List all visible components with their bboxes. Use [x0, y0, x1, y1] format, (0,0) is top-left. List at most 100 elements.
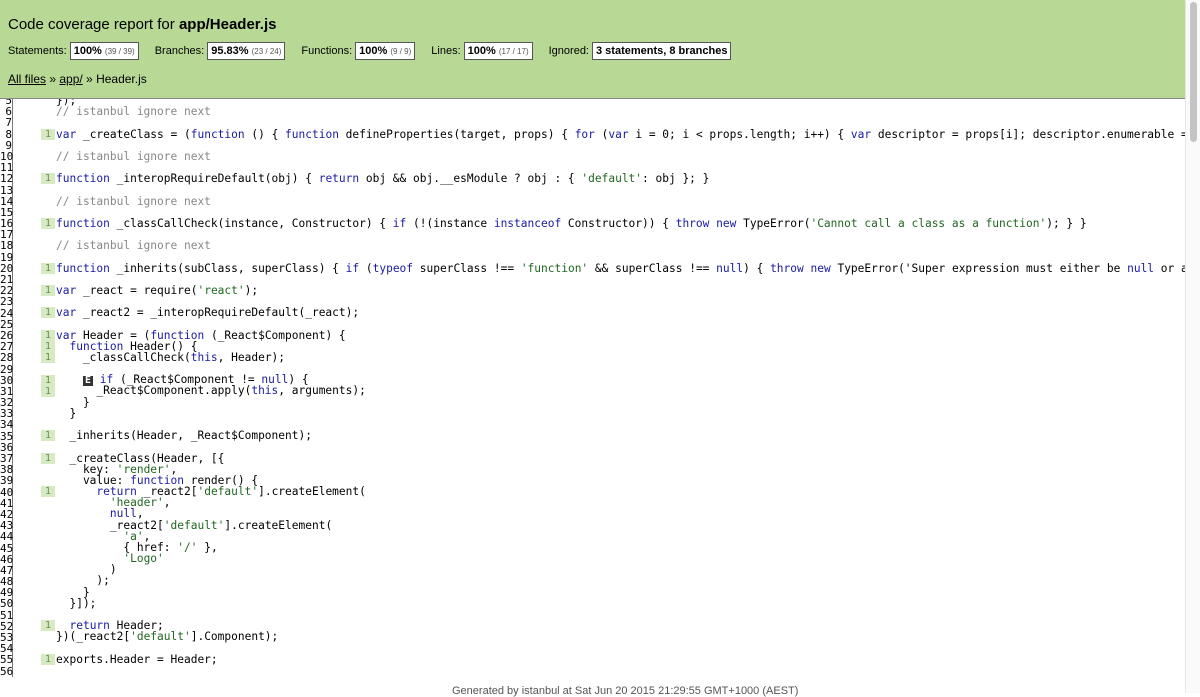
line-number: 23: [0, 295, 14, 309]
title-file: app/Header.js: [178, 16, 277, 33]
stat-value-box: 100% (17 / 17): [463, 42, 533, 60]
code-line: var _react2 = _interopRequireDefault(_re…: [56, 306, 360, 320]
line-number: 39: [0, 474, 14, 488]
code-line: var Header = (function (_React$Component…: [56, 328, 346, 342]
line-number: 12: [0, 172, 14, 186]
stat-branches: Branches: 95.83% (23 / 24): [155, 42, 286, 60]
stat-value-box: 100% (9 / 9): [355, 42, 416, 60]
stat-pct: 100%: [359, 45, 388, 57]
line-number: 50: [0, 597, 14, 611]
stat-count: (9 / 9): [390, 47, 412, 56]
code-line: var _createClass = (function () { functi…: [56, 127, 1186, 141]
code-line: null,: [109, 507, 144, 521]
code-line: _createClass(Header, [{: [56, 451, 225, 465]
stat-label: Statements:: [8, 45, 67, 57]
stat-count: (23 / 24): [251, 47, 282, 56]
stat-pct: 100%: [73, 45, 102, 57]
report-header: Code coverage report for app/Header.js S…: [0, 0, 1200, 99]
line-number: 28: [0, 351, 14, 365]
stat-label: Functions:: [301, 45, 353, 57]
hit-count-badge: 1: [41, 374, 55, 386]
code-line: // istanbul ignore next: [56, 105, 211, 119]
hit-counts: 1111111111111111: [13, 99, 55, 685]
line-number: 13: [0, 183, 14, 197]
stat-value-box: 95.83% (23 / 24): [207, 42, 286, 60]
hit-count-badge: 1: [41, 340, 55, 352]
breadcrumb-separator: »: [46, 72, 60, 86]
code-line: // istanbul ignore next: [56, 194, 211, 208]
line-number: 55: [0, 653, 14, 667]
stat-count: (17 / 17): [498, 47, 529, 56]
stat-statements: Statements: 100% (39 / 39): [8, 42, 139, 60]
hit-count-badge: 1: [41, 128, 55, 140]
code-line: function _inherits(subClass, superClass)…: [56, 261, 1186, 275]
line-number: 7: [5, 116, 12, 130]
code-line: var _react = require('react');: [56, 283, 259, 297]
line-number: 29: [0, 362, 14, 376]
line-numbers: 5 6 7 8 9 10 11 12 13 14 15 16 17 18 19 20 21 22 23 24 25 26 2…: [0, 99, 13, 677]
hit-count-badge: 1: [41, 217, 55, 229]
hit-count-badge: 1: [41, 452, 55, 464]
code-line: 'Logo': [123, 552, 164, 566]
stat-functions: Functions: 100% (9 / 9): [301, 42, 416, 60]
hit-count-badge: 1: [41, 654, 55, 665]
code-line: { href: '/' },: [56, 540, 218, 554]
breadcrumb-all-files[interactable]: All files: [8, 72, 46, 86]
hit-count-badge: 1: [41, 385, 55, 397]
scrollbar-thumb[interactable]: [1190, 2, 1197, 142]
code-line: }: [56, 395, 90, 409]
hit-count-badge: 1: [41, 307, 55, 319]
code-line: function _interopRequireDefault(obj) { r…: [56, 172, 710, 186]
stat-ignored: Ignored: 3 statements, 8 branches: [549, 42, 732, 60]
coverage-stats: Statements: 100% (39 / 39) Branches: 95.…: [8, 42, 747, 60]
hit-count-badge: 1: [41, 285, 55, 297]
stat-pct: 100%: [467, 45, 496, 57]
vertical-scrollbar[interactable]: [1185, 0, 1200, 693]
code-line: 'header',: [109, 496, 171, 510]
code-line: 'a',: [123, 529, 151, 543]
code-line: _React$Component.apply(this, arguments);: [56, 384, 366, 398]
ignored-value: 3 statements, 8 branches: [596, 45, 728, 57]
source-code: });// istanbul ignore next var _createCl…: [56, 99, 1186, 676]
code-line: })(_react2['default'].Component);: [56, 630, 279, 644]
footer-text: Generated by istanbul at Sat Jun 20 2015…: [452, 685, 799, 697]
line-number: 56: [0, 664, 14, 678]
stat-label: Lines:: [431, 45, 461, 57]
hit-count-badge: 1: [41, 329, 55, 341]
code-line: exports.Header = Header;: [56, 652, 218, 666]
code-line: _react2['default'].createElement(: [56, 518, 333, 532]
hit-count-badge: 1: [41, 173, 55, 185]
line-number: 45: [0, 541, 14, 555]
hit-count-badge: 1: [41, 430, 55, 442]
stat-count: (39 / 39): [104, 47, 135, 56]
stat-value-box: 100% (39 / 39): [69, 42, 139, 60]
code-line: _inherits(Header, _React$Component);: [56, 429, 312, 443]
code-line: _classCallCheck(this, Header);: [56, 350, 286, 364]
hit-count-badge: 1: [41, 486, 55, 498]
stat-label: Branches:: [154, 45, 205, 57]
source-view: 5 6 7 8 9 10 11 12 13 14 15 16 17 18 19 20 21 22 23 24 25 26 2…: [0, 99, 1186, 693]
page-title: Code coverage report for app/Header.js: [8, 16, 276, 33]
stat-label: Ignored:: [548, 45, 589, 57]
code-line: );: [56, 574, 110, 588]
stat-lines: Lines: 100% (17 / 17): [431, 42, 533, 60]
hit-count-badge: 1: [41, 262, 55, 274]
code-line: function _classCallCheck(instance, Const…: [56, 216, 1087, 230]
code-line: return _react2['default'].createElement(: [96, 485, 366, 499]
code-line: });: [56, 99, 77, 107]
breadcrumb-dir[interactable]: app/: [59, 72, 82, 86]
breadcrumb-separator: »: [82, 72, 97, 86]
line-number: 18: [0, 239, 14, 253]
stat-pct: 95.83%: [211, 45, 249, 57]
stat-value-box: 3 statements, 8 branches: [592, 42, 732, 60]
title-prefix: Code coverage report for: [8, 16, 179, 33]
